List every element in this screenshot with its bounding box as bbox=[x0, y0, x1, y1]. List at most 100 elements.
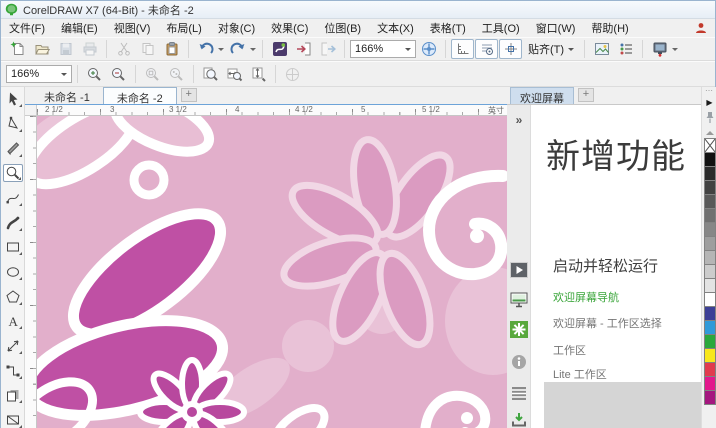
export-button[interactable] bbox=[316, 39, 339, 59]
color-swatch[interactable] bbox=[704, 152, 716, 167]
color-swatch[interactable] bbox=[704, 362, 716, 377]
account-icon[interactable] bbox=[695, 22, 707, 34]
color-swatch[interactable] bbox=[704, 334, 716, 349]
zoom-tool[interactable] bbox=[3, 164, 23, 182]
menu-item[interactable]: 帮助(H) bbox=[583, 18, 636, 38]
welcome-list-link[interactable]: Lite 工作区 bbox=[553, 366, 607, 382]
save-button[interactable] bbox=[54, 39, 77, 59]
text-tool[interactable]: A bbox=[3, 312, 23, 330]
menu-item[interactable]: 表格(T) bbox=[422, 18, 474, 38]
import-button[interactable] bbox=[292, 39, 315, 59]
color-swatch[interactable] bbox=[704, 194, 716, 209]
zoom-level-combo[interactable]: 166% bbox=[350, 40, 416, 58]
paste-button[interactable] bbox=[160, 39, 183, 59]
show-grid-toggle[interactable] bbox=[475, 39, 498, 59]
color-swatch[interactable] bbox=[704, 166, 716, 181]
connector-tool[interactable] bbox=[3, 362, 23, 380]
show-rulers-toggle[interactable] bbox=[451, 39, 474, 59]
no-color-swatch[interactable] bbox=[704, 138, 716, 153]
redo-dropdown-caret[interactable] bbox=[250, 48, 256, 54]
rectangle-tool[interactable] bbox=[3, 238, 23, 256]
options-button[interactable] bbox=[590, 39, 613, 59]
artistic-media-tool[interactable] bbox=[3, 214, 23, 232]
new-document-button[interactable] bbox=[6, 39, 29, 59]
menu-item[interactable]: 视图(V) bbox=[106, 18, 159, 38]
welcome-navigation-link[interactable]: 欢迎屏幕导航 bbox=[553, 289, 619, 305]
cut-button[interactable] bbox=[112, 39, 135, 59]
color-swatch[interactable] bbox=[704, 348, 716, 363]
snap-guides-toggle[interactable] bbox=[499, 39, 522, 59]
video-preview[interactable] bbox=[544, 382, 701, 428]
document-tab[interactable]: 未命名 -2 bbox=[103, 87, 177, 104]
info-icon[interactable] bbox=[510, 353, 528, 370]
whats-new-icon[interactable] bbox=[510, 321, 528, 338]
menu-item[interactable]: 工具(O) bbox=[474, 18, 528, 38]
menu-item[interactable]: 文件(F) bbox=[1, 18, 53, 38]
menu-item[interactable]: 布局(L) bbox=[158, 18, 209, 38]
video-play-icon[interactable] bbox=[510, 261, 528, 278]
transparency-tool[interactable] bbox=[3, 411, 23, 428]
ellipse-tool[interactable] bbox=[3, 263, 23, 281]
workspace-gallery-icon[interactable] bbox=[510, 385, 528, 402]
shape-tool[interactable] bbox=[3, 115, 23, 133]
pan-tool-button[interactable] bbox=[281, 64, 304, 84]
copy-button[interactable] bbox=[136, 39, 159, 59]
color-swatch[interactable] bbox=[704, 278, 716, 293]
document-tab[interactable]: 未命名 -1 bbox=[31, 87, 103, 104]
application-launcher-button[interactable] bbox=[417, 39, 440, 59]
color-swatch[interactable] bbox=[704, 320, 716, 335]
welcome-screen-tab[interactable]: 欢迎屏幕 bbox=[510, 87, 574, 104]
snap-to-dropdown[interactable]: 贴齐(T) bbox=[523, 39, 579, 59]
docker-new-tab-button[interactable]: + bbox=[578, 88, 594, 102]
color-swatch[interactable] bbox=[704, 306, 716, 321]
color-swatch[interactable] bbox=[704, 250, 716, 265]
menu-item[interactable]: 窗口(W) bbox=[528, 18, 584, 38]
zoom-to-page-height-button[interactable] bbox=[247, 64, 270, 84]
zoom-to-page-button[interactable] bbox=[199, 64, 222, 84]
dimension-tool[interactable] bbox=[3, 337, 23, 355]
drawing-canvas[interactable] bbox=[37, 116, 507, 428]
redo-button[interactable] bbox=[226, 39, 249, 59]
open-button[interactable] bbox=[30, 39, 53, 59]
pin-icon[interactable] bbox=[705, 110, 715, 125]
zoom-to-all-objects-button[interactable] bbox=[165, 64, 188, 84]
new-document-tab-button[interactable]: + bbox=[181, 88, 197, 102]
view-settings-button[interactable] bbox=[614, 39, 637, 59]
crop-tool[interactable] bbox=[3, 139, 23, 157]
palette-grip-handle[interactable]: ⋯ bbox=[705, 87, 714, 96]
zoom-to-page-width-button[interactable] bbox=[223, 64, 246, 84]
zoom-out-button[interactable] bbox=[107, 64, 130, 84]
search-content-button[interactable] bbox=[268, 39, 291, 59]
color-swatch[interactable] bbox=[704, 222, 716, 237]
freehand-tool[interactable] bbox=[3, 189, 23, 207]
welcome-navigation-icon[interactable] bbox=[510, 291, 528, 308]
color-swatch[interactable] bbox=[704, 208, 716, 223]
undo-dropdown-caret[interactable] bbox=[218, 48, 224, 54]
color-swatch[interactable] bbox=[704, 180, 716, 195]
welcome-list-link[interactable]: 工作区 bbox=[553, 342, 586, 358]
palette-scroll-up-button[interactable] bbox=[706, 127, 714, 135]
menu-item[interactable]: 编辑(E) bbox=[53, 18, 106, 38]
undo-button[interactable] bbox=[194, 39, 217, 59]
welcome-screen-toggle-button[interactable] bbox=[648, 39, 671, 59]
drop-shadow-tool[interactable] bbox=[3, 386, 23, 404]
menu-item[interactable]: 对象(C) bbox=[210, 18, 263, 38]
zoom-in-button[interactable] bbox=[83, 64, 106, 84]
color-swatch[interactable] bbox=[704, 390, 716, 405]
menu-item[interactable]: 文本(X) bbox=[369, 18, 422, 38]
polygon-tool[interactable] bbox=[3, 288, 23, 306]
pick-tool[interactable] bbox=[3, 90, 23, 108]
zoom-levels-combo[interactable]: 166% bbox=[6, 65, 72, 83]
print-button[interactable] bbox=[78, 39, 101, 59]
welcome-list-link[interactable]: 欢迎屏幕 - 工作区选择 bbox=[553, 315, 662, 331]
color-swatch[interactable] bbox=[704, 236, 716, 251]
docker-flyout-button[interactable]: ▶ bbox=[706, 96, 712, 110]
zoom-to-selected-button[interactable] bbox=[141, 64, 164, 84]
color-swatch[interactable] bbox=[704, 264, 716, 279]
menu-item[interactable]: 效果(C) bbox=[263, 18, 316, 38]
color-swatch[interactable] bbox=[704, 376, 716, 391]
color-swatch[interactable] bbox=[704, 292, 716, 307]
collapse-panel-button[interactable]: » bbox=[510, 111, 528, 128]
menu-item[interactable]: 位图(B) bbox=[316, 18, 369, 38]
welcome-screen-dropdown-caret[interactable] bbox=[672, 48, 678, 54]
